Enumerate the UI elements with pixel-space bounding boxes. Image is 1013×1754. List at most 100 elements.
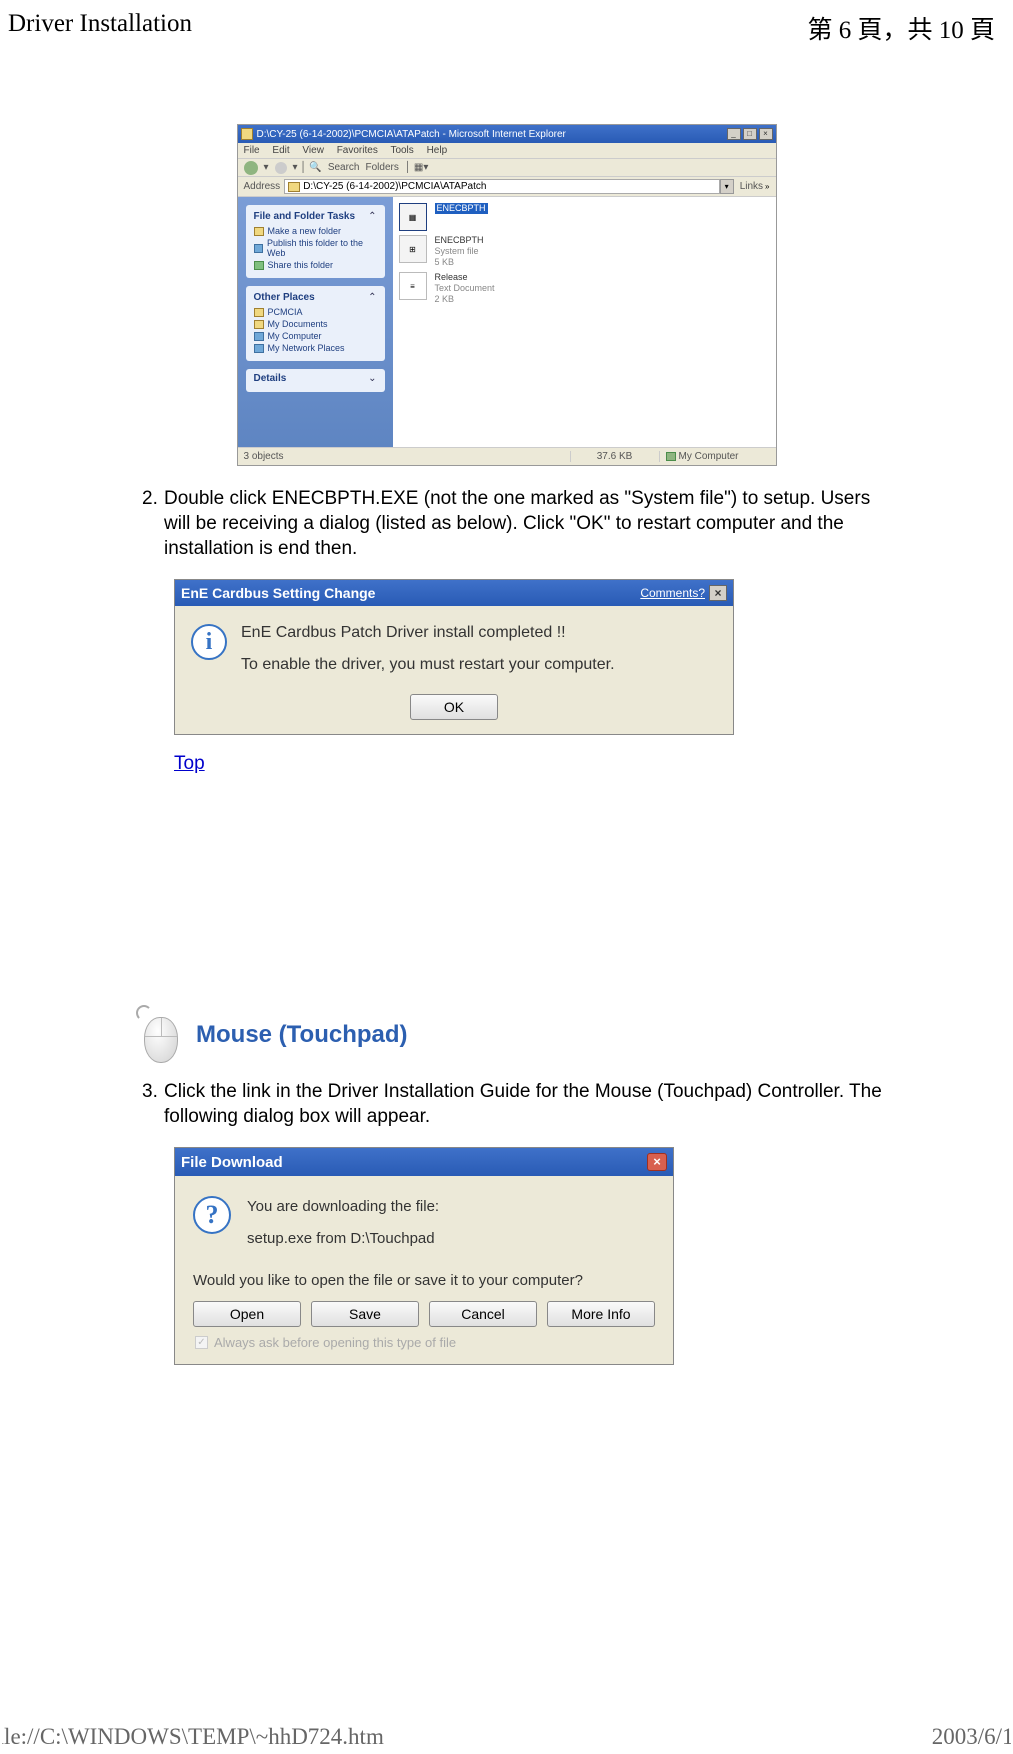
download-line1: You are downloading the file: (247, 1196, 439, 1218)
step-text: Click the link in the Driver Installatio… (164, 1079, 883, 1129)
txt-icon: ≡ (399, 272, 427, 300)
address-value: D:\CY-25 (6-14-2002)\PCMCIA\ATAPatch (303, 181, 486, 192)
explorer-menubar[interactable]: File Edit View Favorites Tools Help (238, 143, 776, 159)
explorer-title: D:\CY-25 (6-14-2002)\PCMCIA\ATAPatch - M… (257, 129, 727, 140)
cardbus-dialog: EnE Cardbus Setting Change Comments? × i… (174, 579, 734, 735)
page-header-right: 第 6 頁，共 10 頁 (807, 10, 995, 46)
expand-icon[interactable]: ⌄ (368, 373, 376, 384)
file-name: Release (435, 272, 495, 283)
info-icon: i (191, 624, 227, 660)
address-dropdown[interactable]: ▾ (720, 179, 734, 194)
folder-icon (254, 308, 264, 317)
status-objects: 3 objects (244, 451, 570, 462)
address-label: Address (244, 181, 281, 192)
page-header-left: Driver Installation (8, 10, 192, 46)
section-heading: Mouse (Touchpad) (130, 1005, 883, 1065)
save-button[interactable]: Save (311, 1301, 419, 1327)
tasks-title: File and Folder Tasks (254, 211, 356, 222)
file-name: ENECBPTH (435, 235, 484, 246)
forward-button[interactable] (275, 162, 287, 174)
folder-icon (288, 182, 300, 192)
menu-help[interactable]: Help (427, 145, 448, 156)
always-ask-checkbox-row: ✓ Always ask before opening this type of… (195, 1335, 655, 1350)
file-type: Text Document (435, 283, 495, 294)
place-item[interactable]: My Network Places (254, 343, 377, 353)
checkbox-label: Always ask before opening this type of f… (214, 1335, 456, 1350)
comments-link[interactable]: Comments? (640, 586, 705, 600)
address-field[interactable]: D:\CY-25 (6-14-2002)\PCMCIA\ATAPatch (284, 179, 720, 194)
details-panel: Details ⌄ (246, 369, 385, 392)
toolbar-folders[interactable]: Folders (366, 162, 399, 173)
download-line2: setup.exe from D:\Touchpad (247, 1228, 439, 1250)
dialog-title: EnE Cardbus Setting Change (181, 585, 640, 601)
menu-tools[interactable]: Tools (390, 145, 413, 156)
network-icon (254, 344, 264, 353)
other-title: Other Places (254, 292, 315, 303)
collapse-icon[interactable]: ⌃ (368, 292, 376, 303)
file-type: System file (435, 246, 484, 257)
details-title: Details (254, 373, 287, 384)
file-download-dialog: File Download × ? You are downloading th… (174, 1147, 674, 1365)
mouse-icon (130, 1005, 182, 1065)
mycomputer-icon (666, 452, 676, 461)
place-item[interactable]: My Documents (254, 319, 377, 329)
open-button[interactable]: Open (193, 1301, 301, 1327)
place-item[interactable]: PCMCIA (254, 307, 377, 317)
file-size: 2 KB (435, 294, 495, 305)
task-item[interactable]: Share this folder (254, 260, 377, 270)
download-prompt: Would you like to open the file or save … (193, 1272, 655, 1289)
mycomputer-icon (254, 332, 264, 341)
place-item[interactable]: My Computer (254, 331, 377, 341)
menu-favorites[interactable]: Favorites (337, 145, 378, 156)
checkbox-icon[interactable]: ✓ (195, 1336, 208, 1349)
explorer-toolbar: ▾ ▾ │ 🔍 Search Folders │ ▦▾ (238, 159, 776, 177)
status-size: 37.6 KB (570, 451, 660, 462)
links-label[interactable]: Links (740, 181, 763, 192)
step-3: 3. Click the link in the Driver Installa… (130, 1079, 883, 1129)
close-button[interactable]: × (759, 128, 773, 140)
task-item[interactable]: Make a new folder (254, 226, 377, 236)
explorer-addressbar: Address D:\CY-25 (6-14-2002)\PCMCIA\ATAP… (238, 177, 776, 197)
question-icon: ? (193, 1196, 231, 1234)
more-info-button[interactable]: More Info (547, 1301, 655, 1327)
explorer-sidepanel: File and Folder Tasks ⌃ Make a new folder… (238, 197, 393, 447)
back-button[interactable] (244, 161, 258, 175)
collapse-icon[interactable]: ⌃ (368, 211, 376, 222)
dialog-title: File Download (181, 1154, 647, 1171)
ok-button[interactable]: OK (410, 694, 498, 720)
status-location: My Computer (679, 451, 739, 462)
mydocs-icon (254, 320, 264, 329)
file-item[interactable]: ≡ Release Text Document 2 KB (399, 272, 770, 305)
explorer-window: D:\CY-25 (6-14-2002)\PCMCIA\ATAPatch - M… (237, 124, 777, 466)
folder-new-icon (254, 227, 264, 236)
step-text: Double click ENECBPTH.EXE (not the one m… (164, 486, 883, 561)
close-button[interactable]: × (709, 585, 727, 601)
menu-edit[interactable]: Edit (272, 145, 289, 156)
exe-icon: ▦ (399, 203, 427, 231)
file-item[interactable]: ▦ ENECBPTH (399, 203, 770, 231)
dialog-line2: To enable the driver, you must restart y… (241, 656, 717, 674)
file-item[interactable]: ⊞ ENECBPTH System file 5 KB (399, 235, 770, 268)
minimize-button[interactable]: _ (727, 128, 741, 140)
step-number: 2. (130, 486, 164, 561)
step-2: 2. Double click ENECBPTH.EXE (not the on… (130, 486, 883, 561)
close-button[interactable]: × (647, 1153, 667, 1171)
maximize-button[interactable]: □ (743, 128, 757, 140)
cancel-button[interactable]: Cancel (429, 1301, 537, 1327)
sys-icon: ⊞ (399, 235, 427, 263)
folder-icon (241, 128, 253, 140)
menu-view[interactable]: View (302, 145, 324, 156)
file-size: 5 KB (435, 257, 484, 268)
file-name: ENECBPTH (435, 203, 488, 214)
dialog-line1: EnE Cardbus Patch Driver install complet… (241, 624, 717, 642)
footer-left: file://C:\WINDOWS\TEMP\~hhD724.htm (2, 1724, 384, 1750)
section-title: Mouse (Touchpad) (196, 1021, 408, 1049)
toolbar-search[interactable]: Search (328, 162, 360, 173)
explorer-fileview: ▦ ENECBPTH ⊞ ENECBPTH System file 5 KB ≡… (393, 197, 776, 447)
menu-file[interactable]: File (244, 145, 260, 156)
task-item[interactable]: Publish this folder to the Web (254, 238, 377, 258)
top-link[interactable]: Top (174, 753, 205, 774)
other-places-panel: Other Places ⌃ PCMCIA My Documents My Com… (246, 286, 385, 361)
explorer-titlebar: D:\CY-25 (6-14-2002)\PCMCIA\ATAPatch - M… (238, 125, 776, 143)
footer-right: 2003/6/10 (932, 1724, 1011, 1750)
